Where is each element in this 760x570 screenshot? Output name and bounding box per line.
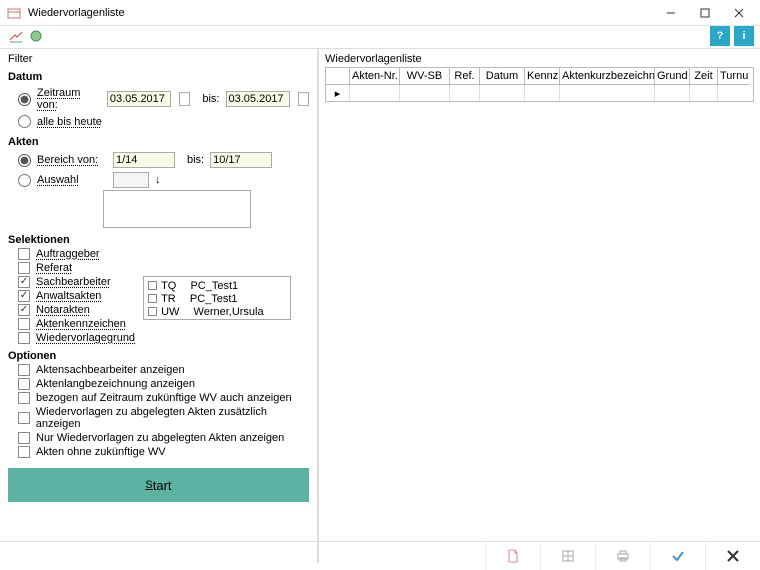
start-button[interactable]: Start bbox=[8, 468, 309, 502]
checkbox-sachbearbeiter[interactable] bbox=[18, 276, 30, 288]
label-auftraggeber: Auftraggeber bbox=[36, 248, 100, 260]
label-notarakten: Notarakten bbox=[36, 304, 90, 316]
auswahl-textarea[interactable] bbox=[103, 190, 251, 228]
window-close-button[interactable] bbox=[722, 1, 756, 25]
label-aktenkennzeichen: Aktenkennzeichen bbox=[36, 318, 126, 330]
label-opt5: Nur Wiedervorlagen zu abgelegten Akten a… bbox=[36, 432, 284, 444]
checkbox-opt2[interactable] bbox=[18, 378, 30, 390]
grid-empty-row: ▸ bbox=[326, 85, 753, 101]
label-zeitraum: Zeitraum von: bbox=[37, 87, 101, 111]
col-wvsb[interactable]: WV-SB bbox=[400, 68, 450, 85]
footer-page-icon[interactable] bbox=[485, 542, 540, 570]
radio-zeitraum[interactable] bbox=[18, 93, 31, 106]
selektionen-checklist: Auftraggeber Referat Sachbearbeiter Anwa… bbox=[18, 248, 135, 344]
auswahl-dropdown[interactable] bbox=[113, 172, 149, 188]
table-title: Wiedervorlagenliste bbox=[325, 53, 754, 65]
toolbar bbox=[0, 26, 760, 48]
col-zeit[interactable]: Zeit bbox=[690, 68, 718, 85]
bereich-from-field[interactable]: 1/14 bbox=[113, 152, 175, 168]
section-optionen-title: Optionen bbox=[8, 350, 309, 362]
info-button[interactable]: i bbox=[734, 26, 754, 46]
label-auswahl: Auswahl bbox=[37, 174, 107, 186]
label-anwaltsakten: Anwaltsakten bbox=[36, 290, 101, 302]
checkbox-aktenkennzeichen[interactable] bbox=[18, 318, 30, 330]
filter-label: Filter bbox=[8, 53, 309, 65]
list-item[interactable]: TQ PC_Test1 bbox=[148, 279, 286, 292]
label-bis2: bis: bbox=[187, 154, 204, 166]
checkbox-opt1[interactable] bbox=[18, 364, 30, 376]
section-datum-title: Datum bbox=[8, 71, 309, 83]
section-selektionen-title: Selektionen bbox=[8, 234, 309, 246]
date-from-field[interactable]: 03.05.2017 bbox=[107, 91, 171, 107]
checkbox-referat[interactable] bbox=[18, 262, 30, 274]
label-opt4: Wiedervorlagen zu abgelegten Akten zusät… bbox=[36, 406, 309, 430]
checkbox-opt6[interactable] bbox=[18, 446, 30, 458]
label-sachbearbeiter: Sachbearbeiter bbox=[36, 276, 111, 288]
sort-icon[interactable]: ↓ bbox=[155, 174, 161, 186]
date-to-field[interactable]: 03.05.2017 bbox=[226, 91, 290, 107]
footer-toolbar bbox=[0, 541, 760, 569]
filter-panel: Filter Datum Zeitraum von: 03.05.2017 bi… bbox=[0, 49, 318, 563]
footer-print-icon[interactable] bbox=[595, 542, 650, 570]
label-wiedervorlagegrund: Wiedervorlagegrund bbox=[36, 332, 135, 344]
tool-icon-2[interactable] bbox=[28, 28, 44, 47]
window-title: Wiedervorlagenliste bbox=[28, 7, 125, 19]
optionen-checklist: Aktensachbearbeiter anzeigen Aktenlangbe… bbox=[18, 364, 309, 458]
label-bis1: bis: bbox=[202, 93, 219, 105]
data-grid[interactable]: Akten-Nr. WV-SB Ref. Datum Kennz Aktenku… bbox=[325, 67, 754, 102]
window-minimize-button[interactable] bbox=[654, 1, 688, 25]
label-opt3: bezogen auf Zeitraum zukünftige WV auch … bbox=[36, 392, 292, 404]
footer-ok-button[interactable] bbox=[650, 542, 705, 570]
section-akten-title: Akten bbox=[8, 136, 309, 148]
label-opt6: Akten ohne zukünftige WV bbox=[36, 446, 166, 458]
checkbox-opt5[interactable] bbox=[18, 432, 30, 444]
radio-bereich[interactable] bbox=[18, 154, 31, 167]
col-kennz[interactable]: Kennz bbox=[525, 68, 560, 85]
label-referat: Referat bbox=[36, 262, 72, 274]
footer-export-icon[interactable] bbox=[540, 542, 595, 570]
col-turnus[interactable]: Turnu bbox=[718, 68, 750, 85]
checkbox-wiedervorlagegrund[interactable] bbox=[18, 332, 30, 344]
grid-header-row: Akten-Nr. WV-SB Ref. Datum Kennz Aktenku… bbox=[326, 68, 753, 85]
label-opt1: Aktensachbearbeiter anzeigen bbox=[36, 364, 185, 376]
title-bar: Wiedervorlagenliste bbox=[0, 0, 760, 26]
list-item[interactable]: UW Werner,Ursula bbox=[148, 305, 286, 318]
label-alle: alle bis heute bbox=[37, 116, 102, 128]
row-selector-icon[interactable]: ▸ bbox=[326, 85, 350, 101]
radio-alle[interactable] bbox=[18, 115, 31, 128]
checkbox-notarakten[interactable] bbox=[18, 304, 30, 316]
row-selector-header bbox=[326, 68, 350, 85]
col-datum[interactable]: Datum bbox=[480, 68, 525, 85]
calendar-icon[interactable] bbox=[298, 92, 309, 106]
bereich-to-field[interactable]: 10/17 bbox=[210, 152, 272, 168]
checkbox-opt3[interactable] bbox=[18, 392, 30, 404]
results-panel: Wiedervorlagenliste Akten-Nr. WV-SB Ref.… bbox=[318, 49, 760, 563]
help-row: ? i bbox=[710, 26, 754, 46]
label-opt2: Aktenlangbezeichnung anzeigen bbox=[36, 378, 195, 390]
help-button[interactable]: ? bbox=[710, 26, 730, 46]
footer-cancel-button[interactable] bbox=[705, 542, 760, 570]
tool-icon-1[interactable] bbox=[8, 28, 24, 47]
col-grund[interactable]: Grund bbox=[655, 68, 690, 85]
col-aktenkurz[interactable]: Aktenkurzbezeichnung bbox=[560, 68, 655, 85]
window-maximize-button[interactable] bbox=[688, 1, 722, 25]
col-ref[interactable]: Ref. bbox=[450, 68, 480, 85]
checkbox-opt4[interactable] bbox=[18, 412, 30, 424]
checkbox-auftraggeber[interactable] bbox=[18, 248, 30, 260]
col-aktennr[interactable]: Akten-Nr. bbox=[350, 68, 400, 85]
label-bereich: Bereich von: bbox=[37, 154, 107, 166]
app-icon bbox=[6, 5, 22, 21]
radio-auswahl[interactable] bbox=[18, 174, 31, 187]
checkbox-anwaltsakten[interactable] bbox=[18, 290, 30, 302]
list-item[interactable]: TR PC_Test1 bbox=[148, 292, 286, 305]
sachbearbeiter-listbox[interactable]: TQ PC_Test1 TR PC_Test1 UW Werner,Ursula bbox=[143, 276, 291, 320]
calendar-icon[interactable] bbox=[179, 92, 190, 106]
